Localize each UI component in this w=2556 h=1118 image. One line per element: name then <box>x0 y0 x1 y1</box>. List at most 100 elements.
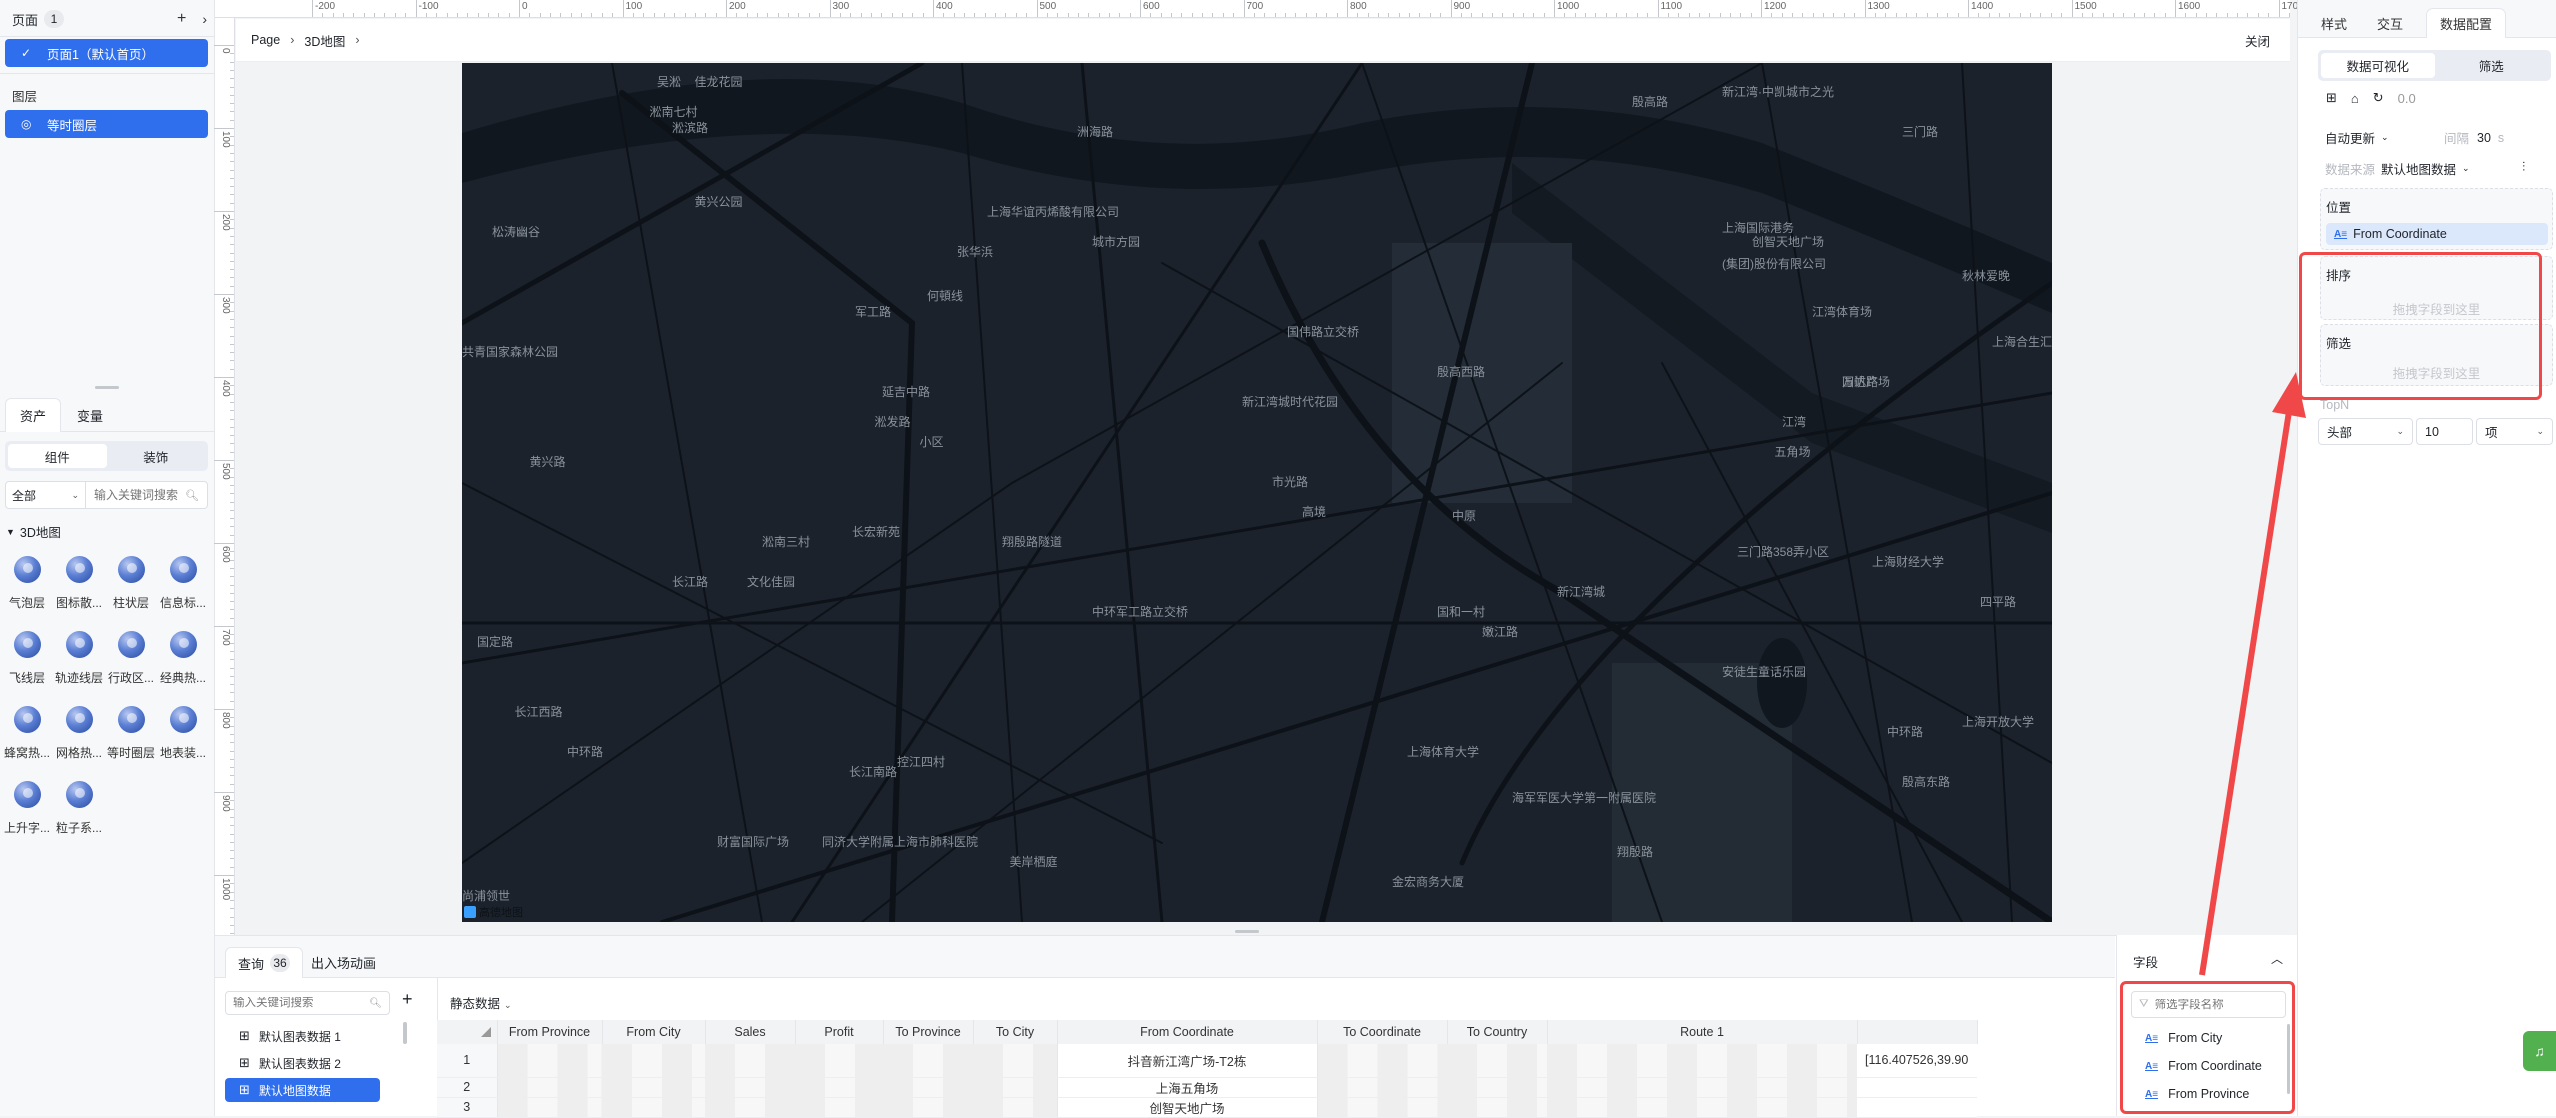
segment-decorations[interactable]: 装饰 <box>107 444 206 468</box>
position-field-chip[interactable]: A≡ From Coordinate <box>2326 223 2548 245</box>
component-item[interactable]: 上升字... <box>2 781 52 836</box>
table-cell-redacted[interactable] <box>795 1044 883 1078</box>
field-item[interactable]: A≡ From Province <box>2145 1087 2249 1101</box>
column-header[interactable]: To Country <box>1447 1020 1548 1044</box>
component-item[interactable]: 信息标... <box>158 556 208 611</box>
category-3d-map[interactable]: ▼ 3D地图 <box>6 522 61 541</box>
column-header[interactable]: To Coordinate <box>1317 1020 1448 1044</box>
column-header[interactable]: Route 1 <box>1547 1020 1858 1044</box>
data-source-select[interactable]: 默认地图数据 <box>2381 159 2456 178</box>
column-header[interactable]: To Province <box>883 1020 974 1044</box>
table-cell-redacted[interactable] <box>883 1044 973 1078</box>
table-cell-redacted[interactable] <box>973 1044 1057 1078</box>
component-item[interactable]: 等时圈层 <box>106 706 156 761</box>
tab-animation[interactable]: 出入场动画 <box>299 947 388 978</box>
table-icon[interactable]: ⊞ <box>2326 90 2337 106</box>
table-cell-redacted[interactable] <box>497 1077 602 1098</box>
column-header[interactable]: Sales <box>705 1020 796 1044</box>
asset-search-input[interactable] <box>94 488 184 502</box>
chevron-right-icon[interactable]: › <box>202 11 207 27</box>
column-header[interactable]: From City <box>602 1020 706 1044</box>
table-cell-redacted[interactable] <box>602 1077 705 1098</box>
tab-variables[interactable]: 变量 <box>62 398 118 432</box>
component-item[interactable]: 气泡层 <box>2 556 52 611</box>
table-cell[interactable]: 上海五角场 <box>1056 1077 1318 1098</box>
map-view[interactable]: 吴淞 淞滨路 张华浜 上海国际港务 (集团)股份有限公司 军工路 何頓线 国帆路 淞发路 淞南三村… <box>462 63 2052 922</box>
table-cell[interactable]: [116.407526,39.90 <box>1857 1044 1977 1078</box>
field-item[interactable]: A≡ From City <box>2145 1031 2222 1045</box>
table-cell-redacted[interactable] <box>795 1097 883 1118</box>
table-cell-redacted[interactable] <box>795 1077 883 1098</box>
column-header[interactable]: Profit <box>795 1020 884 1044</box>
auto-update-select[interactable]: 自动更新 ⌄ <box>2325 128 2389 147</box>
table-cell-redacted[interactable] <box>1317 1097 1447 1118</box>
table-cell[interactable] <box>1857 1077 1977 1098</box>
search-icon[interactable]: 🔍︎ <box>369 998 382 1009</box>
table-cell-redacted[interactable] <box>705 1077 795 1098</box>
breadcrumb-3d-map[interactable]: 3D地图 <box>304 31 345 50</box>
table-cell[interactable]: 抖音新江湾广场-T2栋 <box>1056 1044 1318 1078</box>
topn-position-select[interactable]: 头部 ⌄ <box>2318 418 2413 445</box>
breadcrumb-page[interactable]: Page <box>251 33 280 47</box>
field-item[interactable]: A≡ From Coordinate <box>2145 1059 2262 1073</box>
field-scrollbar[interactable] <box>2287 1024 2290 1094</box>
table-cell[interactable] <box>1857 1097 1977 1118</box>
component-item[interactable]: 行政区... <box>106 631 156 686</box>
segment-filter[interactable]: 筛选 <box>2435 53 2549 78</box>
table-cell-redacted[interactable] <box>705 1097 795 1118</box>
column-header[interactable]: From Province <box>497 1020 603 1044</box>
add-dataset-button[interactable]: + <box>402 989 413 1010</box>
tab-interaction[interactable]: 交互 <box>2366 8 2414 38</box>
segment-components[interactable]: 组件 <box>8 444 107 468</box>
dataset-item-active[interactable]: ⊞ 默认地图数据 <box>225 1078 380 1102</box>
interval-value[interactable]: 30 <box>2477 131 2491 145</box>
table-cell-redacted[interactable] <box>1317 1044 1447 1078</box>
tab-assets[interactable]: 资产 <box>5 398 61 432</box>
component-item[interactable]: 轨迹线层 <box>54 631 104 686</box>
component-item[interactable]: 地表装... <box>158 706 208 761</box>
field-filter-input[interactable] <box>2154 998 2275 1011</box>
table-cell-redacted[interactable] <box>602 1097 705 1118</box>
table-cell-redacted[interactable] <box>883 1097 973 1118</box>
resize-handle[interactable] <box>1235 930 1259 933</box>
table-cell-redacted[interactable] <box>1447 1044 1547 1078</box>
component-item[interactable]: 蜂窝热... <box>2 706 52 761</box>
dataset-item[interactable]: ⊞ 默认图表数据 1 <box>225 1024 380 1048</box>
table-cell-redacted[interactable] <box>705 1044 795 1078</box>
table-cell[interactable]: 创智天地广场 <box>1056 1097 1318 1118</box>
component-item[interactable]: 图标散... <box>54 556 104 611</box>
component-item[interactable]: 网格热... <box>54 706 104 761</box>
layer-item-isochrone[interactable]: ◎ 等时圈层 <box>5 110 208 138</box>
table-cell-redacted[interactable] <box>1547 1097 1857 1118</box>
table-cell-redacted[interactable] <box>602 1044 705 1078</box>
dataset-item[interactable]: ⊞ 默认图表数据 2 <box>225 1051 380 1075</box>
topn-unit-select[interactable]: 项 ⌄ <box>2476 418 2553 445</box>
tab-data-config[interactable]: 数据配置 <box>2426 8 2506 38</box>
dataset-scrollbar[interactable] <box>403 1022 407 1044</box>
search-icon[interactable]: 🔍︎ <box>185 489 199 502</box>
resize-handle[interactable] <box>95 386 119 389</box>
table-cell-redacted[interactable] <box>497 1097 602 1118</box>
category-select[interactable]: 全部 ⌄ <box>6 482 86 508</box>
topn-count-input[interactable]: 10 <box>2416 418 2473 445</box>
column-header[interactable]: To City <box>973 1020 1058 1044</box>
customer-service-button[interactable]: ♫ <box>2523 1031 2556 1071</box>
component-item[interactable]: 粒子系... <box>54 781 104 836</box>
column-header[interactable]: From Coordinate <box>1057 1020 1318 1044</box>
table-cell-redacted[interactable] <box>883 1077 973 1098</box>
data-source-type-select[interactable]: 静态数据 ⌄ <box>450 993 512 1012</box>
chevron-up-icon[interactable]: ︿ <box>2271 950 2283 967</box>
table-cell-redacted[interactable] <box>497 1044 602 1078</box>
table-cell-redacted[interactable] <box>973 1097 1057 1118</box>
table-cell-redacted[interactable] <box>1447 1097 1547 1118</box>
component-item[interactable]: 飞线层 <box>2 631 52 686</box>
table-cell-redacted[interactable] <box>973 1077 1057 1098</box>
dataset-search-input[interactable] <box>233 997 353 1009</box>
component-item[interactable]: 柱状层 <box>106 556 156 611</box>
clear-icon[interactable]: ⌂ <box>2351 91 2359 106</box>
refresh-icon[interactable]: ↻ <box>2373 90 2384 106</box>
corner-cell[interactable] <box>437 1020 498 1044</box>
table-cell-redacted[interactable] <box>1547 1044 1857 1078</box>
table-cell-redacted[interactable] <box>1317 1077 1447 1098</box>
column-header[interactable] <box>1857 1020 1978 1044</box>
